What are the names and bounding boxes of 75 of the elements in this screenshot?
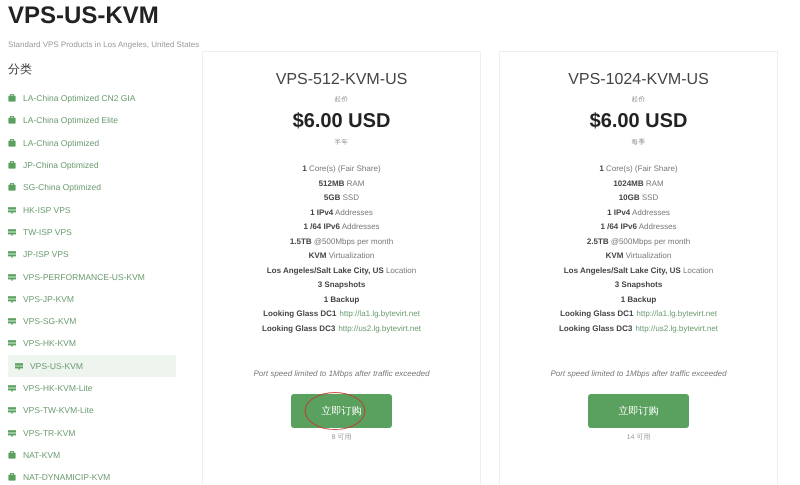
sidebar-item[interactable]: LA-China Optimized CN2 GIA bbox=[8, 87, 176, 110]
feature-text: 1 /64 IPv6 Addresses bbox=[600, 221, 677, 233]
sidebar-item[interactable]: VPS-TR-KVM bbox=[8, 421, 176, 444]
order-button[interactable]: 立即订购 bbox=[291, 394, 392, 428]
sidebar-item[interactable]: NAT-DYNAMICIP-KVM bbox=[8, 466, 176, 485]
server-icon bbox=[8, 294, 16, 303]
sidebar-item[interactable]: JP-ISP VPS bbox=[8, 243, 176, 266]
sidebar-item[interactable]: VPS-HK-KVM-Lite bbox=[8, 376, 176, 400]
feature-text: 1 /64 IPv6 Addresses bbox=[303, 221, 380, 233]
sidebar-item[interactable]: VPS-SG-KVM bbox=[8, 310, 176, 332]
briefcase-icon bbox=[8, 138, 16, 147]
sidebar-item[interactable]: LA-China Optimized bbox=[8, 132, 176, 154]
feature-text: 1 Core(s) (Fair Share) bbox=[302, 163, 381, 175]
server-icon bbox=[8, 406, 16, 414]
sidebar-item[interactable]: HK-ISP VPS bbox=[8, 198, 176, 221]
feature-text: Los Angeles/Salt Lake City, US Location bbox=[564, 264, 714, 277]
feature-label: Looking Glass DC3 bbox=[558, 324, 632, 332]
briefcase-icon bbox=[8, 116, 16, 124]
sidebar-item[interactable]: SG-China Optimized bbox=[8, 176, 176, 198]
feature-label: Looking Glass DC3 bbox=[262, 324, 336, 332]
feature-text: KVM Virtualization bbox=[308, 250, 374, 262]
sidebar-item[interactable]: LA-China Optimized Elite bbox=[8, 109, 176, 132]
looking-glass-link[interactable]: http://us2.lg.bytevirt.net bbox=[338, 324, 422, 332]
feature-text: KVM Virtualization bbox=[606, 250, 672, 262]
page-subtitle: Standard VPS Products in Los Angeles, United States bbox=[8, 40, 200, 49]
feature-text: 10GB SSD bbox=[618, 192, 658, 204]
feature-text: 5GB SSD bbox=[324, 192, 360, 204]
port-speed-note: Port speed limited to 1Mbps after traffic exceeded bbox=[253, 369, 430, 378]
feature-label: Looking Glass DC1 bbox=[263, 309, 336, 318]
feature-text: 1 Backup bbox=[620, 294, 656, 306]
sidebar-item[interactable]: NAT-KVM bbox=[8, 444, 176, 466]
feature-text: Los Angeles/Salt Lake City, US Location bbox=[266, 264, 416, 277]
sidebar-item[interactable]: VPS-JP-KVM bbox=[8, 288, 176, 310]
feature-text: 3 Snapshots bbox=[318, 279, 366, 291]
feature-text: 512MB RAM bbox=[318, 178, 364, 190]
server-icon bbox=[8, 228, 16, 236]
feature-label: Looking Glass DC1 bbox=[560, 309, 634, 318]
server-icon bbox=[8, 317, 16, 326]
server-icon bbox=[8, 272, 16, 281]
sidebar-item[interactable]: JP-China Optimized bbox=[8, 154, 176, 176]
feature-text: 1.5TB @500Mbps per month bbox=[290, 236, 394, 248]
feature-text: 2.5TB @500Mbps per month bbox=[586, 236, 690, 248]
briefcase-icon bbox=[8, 183, 16, 192]
server-icon bbox=[8, 384, 16, 392]
briefcase-icon bbox=[8, 450, 16, 459]
sidebar-item[interactable]: VPS-US-KVM bbox=[8, 354, 176, 377]
sidebar-item[interactable]: VPS-PERFORMANCE-US-KVM bbox=[8, 265, 176, 288]
feature-text: 3 Snapshots bbox=[614, 279, 662, 291]
sidebar-item[interactable]: VPS-HK-KVM bbox=[8, 332, 176, 355]
sidebar-item[interactable]: VPS-TW-KVM-Lite bbox=[8, 399, 176, 422]
plan-price: $6.00 USD bbox=[590, 109, 688, 133]
feature-text: 1024MB RAM bbox=[613, 178, 664, 190]
feature-text: 1 Backup bbox=[324, 294, 360, 306]
briefcase-icon bbox=[8, 473, 16, 482]
sidebar-item[interactable]: TW-ISP VPS bbox=[8, 220, 176, 244]
server-icon bbox=[8, 206, 16, 214]
sidebar-heading: 分类 bbox=[8, 61, 33, 77]
plan-name: VPS-1024-KVM-US bbox=[568, 70, 709, 90]
feature-text: 1 IPv4 Addresses bbox=[607, 206, 670, 218]
plan-price: $6.00 USD bbox=[292, 109, 390, 133]
looking-glass-link[interactable]: http://la1.lg.bytevirt.net bbox=[339, 309, 420, 318]
feature-text: 1 Core(s) (Fair Share) bbox=[599, 163, 678, 175]
server-icon bbox=[8, 250, 16, 258]
server-icon bbox=[8, 339, 16, 348]
port-speed-note: Port speed limited to 1Mbps after traffic exceeded bbox=[550, 369, 727, 378]
looking-glass-link[interactable]: http://us2.lg.bytevirt.net bbox=[635, 324, 718, 332]
feature-text: 1 IPv4 Addresses bbox=[310, 206, 373, 218]
server-icon bbox=[15, 362, 23, 370]
looking-glass-link[interactable]: http://la1.lg.bytevirt.net bbox=[636, 309, 717, 318]
server-icon bbox=[8, 428, 16, 437]
order-button[interactable]: 立即订购 bbox=[588, 394, 689, 428]
plan-name: VPS-512-KVM-US bbox=[276, 70, 408, 90]
briefcase-icon bbox=[8, 94, 16, 102]
page-title: VPS-US-KVM bbox=[8, 2, 160, 30]
briefcase-icon bbox=[8, 161, 16, 170]
